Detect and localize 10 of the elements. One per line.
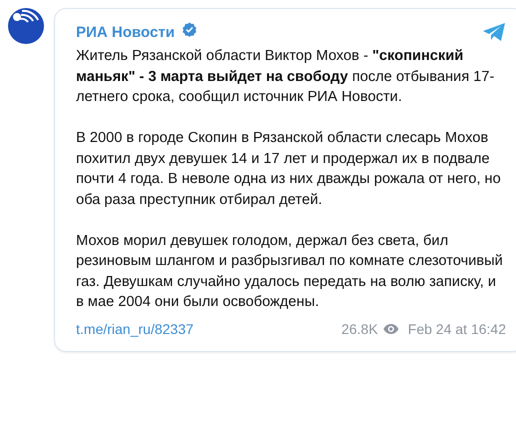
post-paragraph: Мохов морил девушек голодом, держал без света, бил резиновым шлангом и разбрызгивал по комнате слезоточивый газ. Девушкам случайно удалось передать на волю записку, и в мае 2004 они были освобождены.: [76, 232, 504, 312]
view-count: 26.8K: [341, 320, 378, 336]
post-link[interactable]: t.me/rian_ru/82337: [76, 320, 194, 336]
channel-name[interactable]: РИА Новости: [76, 24, 175, 40]
channel-logo-icon: [8, 8, 44, 44]
post-paragraph: Житель Рязанской области Виктор Мохов - "скопинский маньяк" - 3 марта выйдет на свободу после отбывания 17-летнего срока, сообщил источник РИА Новости.: [76, 47, 496, 107]
eye-icon: [382, 322, 399, 334]
post-date: Feb 24 at 16:42: [408, 320, 506, 336]
post-paragraph: В 2000 в городе Скопин в Рязанской области слесарь Мохов похитил двух девушек 14 и 17 лет и продержал их в подвале почти 4 года. В неволе одна из них дважды рожала от него, но оба раза преступник отбирал детей.: [76, 129, 502, 210]
telegram-plane-icon[interactable]: [482, 22, 506, 42]
